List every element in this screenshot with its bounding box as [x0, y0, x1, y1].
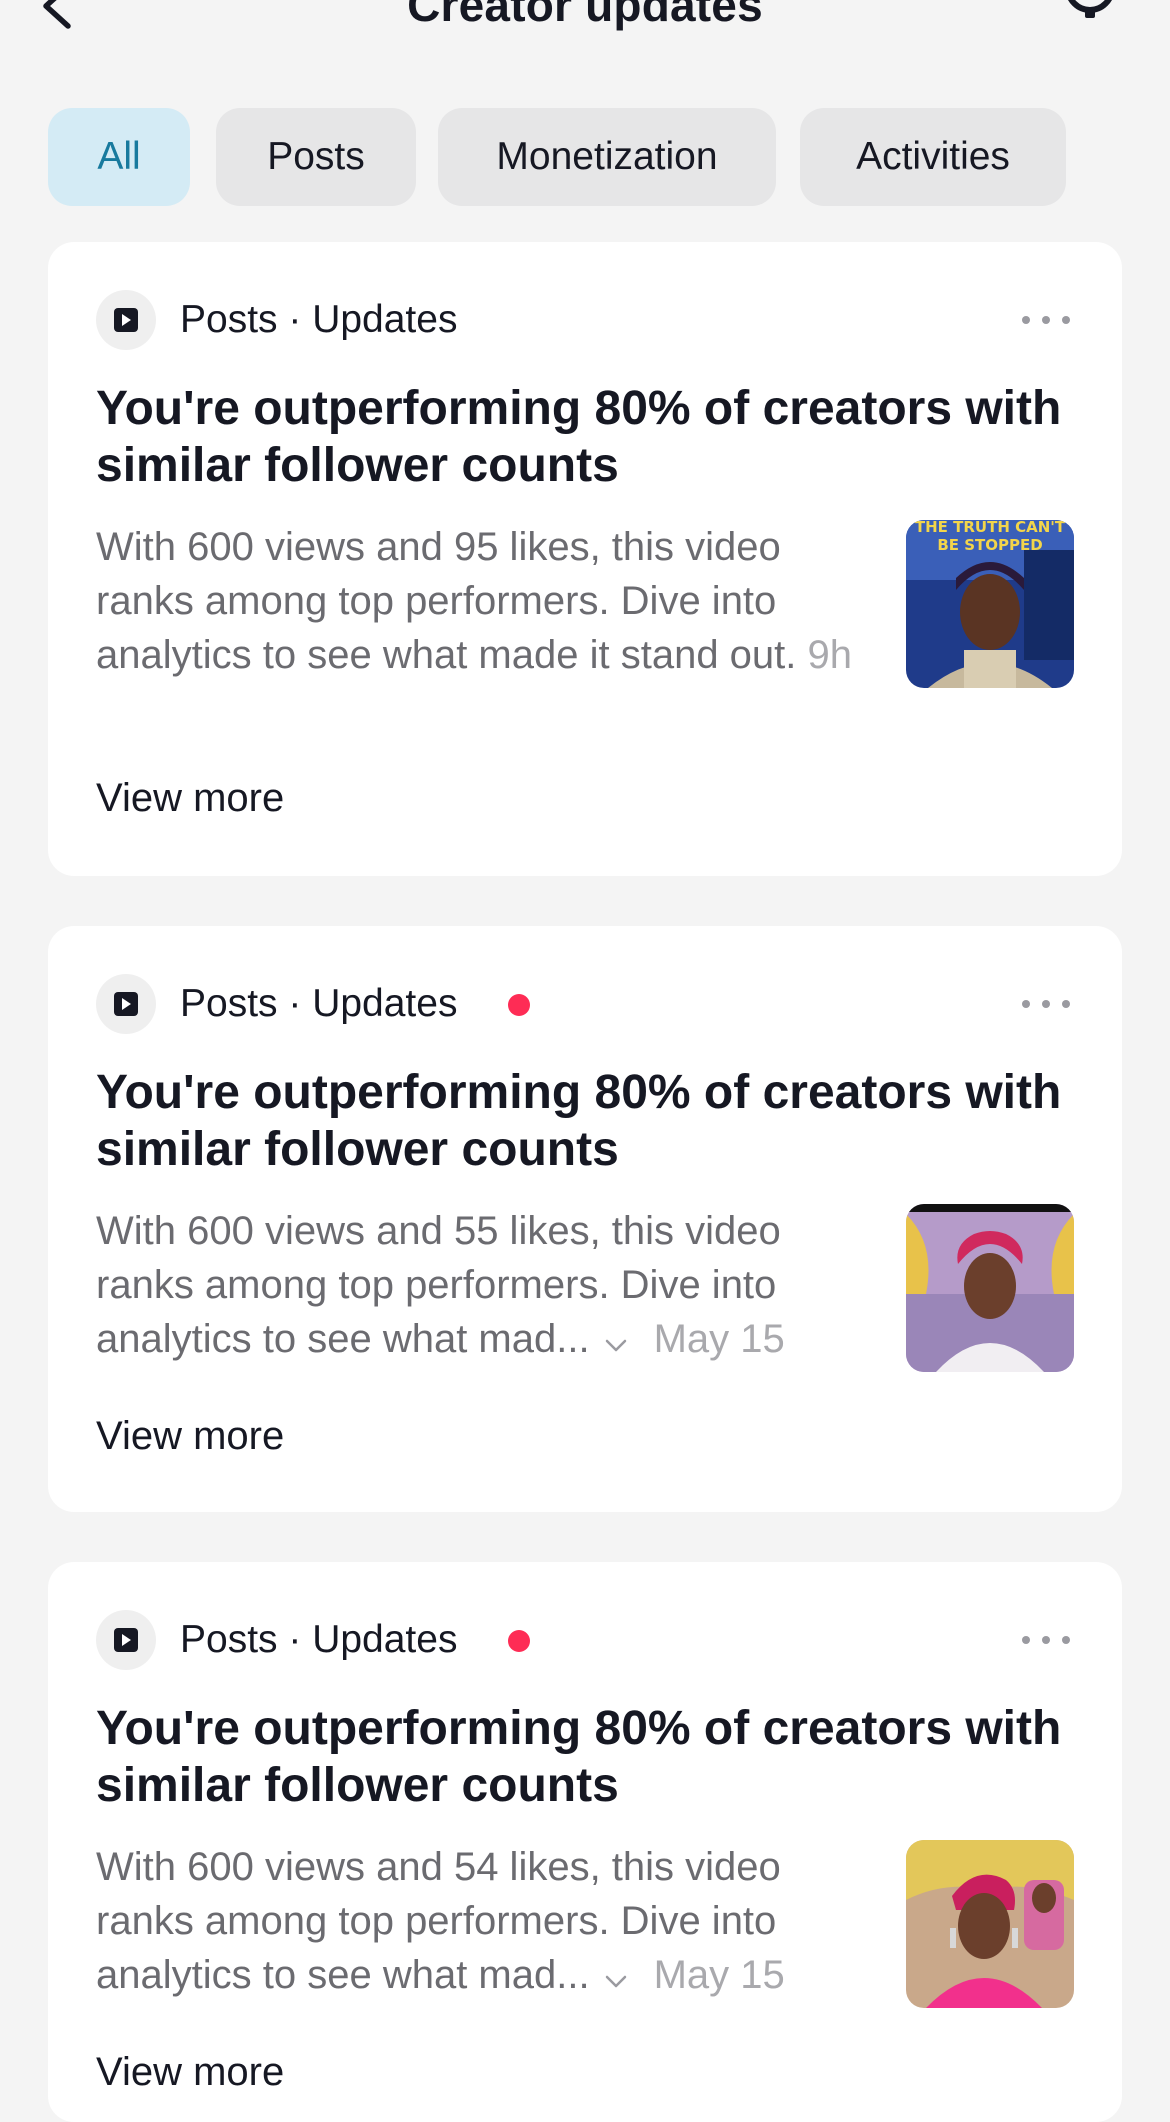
card-body: With 600 views and 55 likes, this video …	[96, 1204, 876, 1368]
card-body: With 600 views and 54 likes, this video …	[96, 1840, 876, 2004]
tab-all[interactable]: All	[48, 108, 190, 206]
chevron-down-icon[interactable]	[604, 1314, 628, 1368]
card-time: 9h	[807, 633, 853, 677]
update-card[interactable]: Posts · Updates You're outperforming 80%…	[48, 242, 1122, 876]
update-card[interactable]: Posts · Updates You're outperforming 80%…	[48, 926, 1122, 1512]
tab-activities[interactable]: Activities	[800, 108, 1066, 206]
settings-button[interactable]	[1058, 0, 1128, 38]
gear-icon	[1068, 0, 1112, 18]
more-horizontal-icon	[1022, 1636, 1070, 1644]
card-title: You're outperforming 80% of creators wit…	[96, 1702, 1062, 1812]
more-options-button[interactable]	[1016, 304, 1076, 336]
more-horizontal-icon	[1022, 316, 1070, 324]
card-header: Posts · Updates	[96, 1610, 1076, 1670]
card-body: With 600 views and 95 likes, this video …	[96, 520, 876, 682]
card-body-text: With 600 views and 95 likes, this video …	[96, 525, 797, 677]
more-horizontal-icon	[1022, 1000, 1070, 1008]
card-header: Posts · Updates	[96, 974, 1076, 1034]
thumbnail-caption: THE TRUTH CAN'T BE STOPPED	[914, 520, 1066, 554]
video-thumbnail[interactable]	[906, 1840, 1074, 2008]
more-options-button[interactable]	[1016, 988, 1076, 1020]
view-more-link[interactable]: View more	[96, 1414, 284, 1459]
card-title: You're outperforming 80% of creators wit…	[96, 382, 1062, 492]
posts-icon	[96, 290, 156, 350]
tab-posts[interactable]: Posts	[216, 108, 416, 206]
page-title: Creator updates	[407, 0, 763, 31]
card-title: You're outperforming 80% of creators wit…	[96, 1066, 1062, 1176]
card-header: Posts · Updates	[96, 290, 1076, 350]
card-time: May 15	[653, 1953, 785, 1997]
posts-icon	[96, 1610, 156, 1670]
update-card[interactable]: Posts · Updates You're outperforming 80%…	[48, 1562, 1122, 2122]
posts-icon	[96, 974, 156, 1034]
tab-monetization[interactable]: Monetization	[438, 108, 776, 206]
video-thumbnail[interactable]	[906, 1204, 1074, 1372]
unread-dot	[508, 1630, 530, 1652]
view-more-link[interactable]: View more	[96, 2050, 284, 2095]
more-options-button[interactable]	[1016, 1624, 1076, 1656]
card-time: May 15	[653, 1317, 785, 1361]
card-category: Posts · Updates	[180, 298, 458, 341]
chevron-down-icon[interactable]	[604, 1950, 628, 2004]
unread-dot	[508, 994, 530, 1016]
header: Creator updates	[0, 0, 1170, 60]
card-category: Posts · Updates	[180, 982, 458, 1025]
card-category: Posts · Updates	[180, 1618, 458, 1661]
video-thumbnail[interactable]: THE TRUTH CAN'T BE STOPPED	[906, 520, 1074, 688]
view-more-link[interactable]: View more	[96, 776, 284, 821]
